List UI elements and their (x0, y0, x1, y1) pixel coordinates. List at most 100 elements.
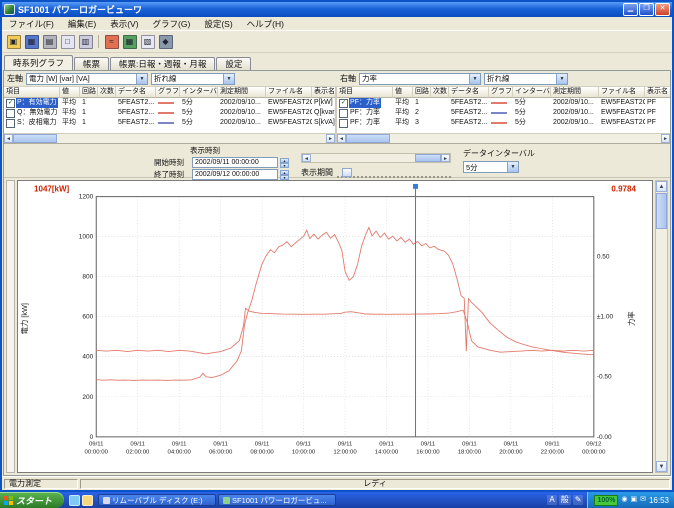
minimize-button[interactable]: ▁ (623, 3, 638, 16)
tab-daily-weekly-monthly[interactable]: 帳票:日報・週報・月報 (110, 57, 215, 70)
col-interval[interactable]: インターバル (513, 87, 551, 98)
graph-settings-button[interactable]: ◆ (157, 33, 174, 50)
scroll-up-icon[interactable]: ▲ (656, 181, 667, 192)
col-circuit[interactable]: 回路 (413, 87, 431, 98)
menu-file[interactable]: ファイル(F) (2, 17, 61, 30)
col-data-name[interactable]: データ名 (449, 87, 489, 98)
tab-timeseries-graph[interactable]: 時系列グラフ (4, 55, 73, 70)
left-axis-select[interactable]: 電力 [W] [var] [VA] ▼ (26, 73, 148, 85)
slider-thumb[interactable] (342, 168, 352, 177)
row-checkbox[interactable] (6, 119, 15, 128)
scrollbar-thumb[interactable] (656, 193, 667, 229)
scroll-left-icon[interactable]: ◄ (4, 134, 13, 143)
quick-launch-browser-icon[interactable] (69, 495, 80, 506)
timeseries-graph-button[interactable]: ≈ (103, 33, 120, 50)
col-order[interactable]: 次数 (431, 87, 449, 98)
scrollbar-thumb[interactable] (346, 134, 390, 143)
left-table-hscrollbar[interactable]: ◄ ► (4, 133, 335, 143)
time-scroll-slider[interactable]: ◄ ► (301, 153, 451, 163)
tab-report[interactable]: 帳票 (74, 57, 109, 70)
taskbar-task-sf1001[interactable]: SF1001 パワーロガービュ... (218, 494, 336, 506)
scrollbar-track[interactable] (57, 134, 326, 143)
col-graph[interactable]: グラフ (489, 87, 513, 98)
menu-settings[interactable]: 設定(S) (197, 17, 239, 30)
open-file-button[interactable]: ▣ (5, 33, 22, 50)
chart-vscrollbar[interactable]: ▲ ▼ (655, 180, 668, 473)
ime-conversion-mode[interactable]: 般 (559, 495, 571, 505)
table-row[interactable]: PF：力率平均35FEAST2...5分2002/09/10...EW5FEAS… (337, 118, 670, 128)
scroll-down-icon[interactable]: ▼ (656, 461, 667, 472)
menu-help[interactable]: ヘルプ(H) (240, 17, 291, 30)
table-row[interactable]: S：皮相電力平均15FEAST2...5分2002/09/10...EW5FEA… (4, 118, 335, 128)
col-display-name[interactable]: 表示名 (645, 87, 670, 98)
col-value[interactable]: 値 (60, 87, 80, 98)
scroll-right-icon[interactable]: ► (441, 154, 450, 162)
slider-thumb[interactable] (415, 154, 441, 162)
maximize-button[interactable]: ❒ (639, 3, 654, 16)
ime-input-mode[interactable]: A (547, 495, 556, 505)
scroll-left-icon[interactable]: ◄ (337, 134, 346, 143)
print-preview-button[interactable]: □ (59, 33, 76, 50)
col-order[interactable]: 次数 (98, 87, 116, 98)
dropdown-arrow-icon[interactable]: ▼ (556, 74, 567, 84)
table-row[interactable]: PF：力率平均25FEAST2...5分2002/09/10...EW5FEAS… (337, 108, 670, 118)
right-table-hscrollbar[interactable]: ◄ ► (337, 133, 670, 143)
scroll-right-icon[interactable]: ► (661, 134, 670, 143)
col-item[interactable]: 項目 (4, 87, 60, 98)
table-row[interactable]: ✓P：有効電力平均15FEAST2...5分2002/09/10...EW5FE… (4, 98, 335, 108)
tray-network-icon[interactable]: ▣ (630, 496, 637, 504)
col-item[interactable]: 項目 (337, 87, 393, 98)
quick-launch-folder-icon[interactable] (82, 495, 93, 506)
col-file-name[interactable]: ファイル名 (266, 87, 312, 98)
spin-down-icon[interactable]: ▼ (280, 163, 289, 168)
tray-message-icon[interactable]: ✉ (640, 496, 646, 504)
ime-pen-icon[interactable]: ✎ (573, 495, 584, 505)
row-checkbox[interactable]: ✓ (6, 99, 15, 108)
dropdown-arrow-icon[interactable]: ▼ (223, 74, 234, 84)
report-table-button[interactable]: ▦ (121, 33, 138, 50)
timeseries-chart[interactable]: 020040060080010001200-0.00-0.50±1.000.50… (18, 181, 652, 472)
row-checkbox[interactable] (339, 119, 348, 128)
taskbar-task-removable-disk[interactable]: リムーバブル ディスク (E:) (98, 494, 216, 506)
col-data-name[interactable]: データ名 (116, 87, 156, 98)
save-file-button[interactable]: ▦ (23, 33, 40, 50)
col-value[interactable]: 値 (393, 87, 413, 98)
dropdown-arrow-icon[interactable]: ▼ (136, 74, 147, 84)
scroll-right-icon[interactable]: ► (326, 134, 335, 143)
print-button[interactable]: ▤ (41, 33, 58, 50)
right-axis-style-select[interactable]: 折れ線 ▼ (484, 73, 568, 85)
close-button[interactable]: ✕ (655, 3, 670, 16)
scroll-left-icon[interactable]: ◄ (302, 154, 311, 162)
start-button[interactable]: スタート (0, 492, 64, 508)
dropdown-arrow-icon[interactable]: ▼ (469, 74, 480, 84)
menu-edit[interactable]: 編集(E) (61, 17, 103, 30)
copy-button[interactable]: ▥ (77, 33, 94, 50)
col-period[interactable]: 測定期間 (218, 87, 266, 98)
row-checkbox[interactable] (6, 109, 15, 118)
col-period[interactable]: 測定期間 (551, 87, 599, 98)
col-file-name[interactable]: ファイル名 (599, 87, 645, 98)
scrollbar-track[interactable] (390, 134, 661, 143)
dropdown-arrow-icon[interactable]: ▼ (507, 162, 518, 172)
tray-volume-icon[interactable]: ◉ (621, 496, 627, 504)
start-time-input[interactable]: 2002/09/11 00:00:00 (192, 157, 278, 168)
col-circuit[interactable]: 回路 (80, 87, 98, 98)
display-period-slider[interactable] (337, 168, 451, 178)
menu-view[interactable]: 表示(V) (103, 17, 145, 30)
left-axis-style-select[interactable]: 折れ線 ▼ (151, 73, 235, 85)
right-axis-select[interactable]: 力率 ▼ (359, 73, 481, 85)
slider-track[interactable] (311, 154, 415, 162)
tab-settings[interactable]: 設定 (216, 57, 251, 70)
start-time-spinner[interactable]: ▲ ▼ (280, 158, 289, 168)
row-checkbox[interactable]: ✓ (339, 99, 348, 108)
col-graph[interactable]: グラフ (156, 87, 180, 98)
col-interval[interactable]: インターバル (180, 87, 218, 98)
scrollbar-thumb[interactable] (13, 134, 57, 143)
row-checkbox[interactable] (339, 109, 348, 118)
table-row[interactable]: ✓PF：力率平均15FEAST2...5分2002/09/10...EW5FEA… (337, 98, 670, 108)
table-row[interactable]: Q：無効電力平均15FEAST2...5分2002/09/10...EW5FEA… (4, 108, 335, 118)
col-display-name[interactable]: 表示名 (312, 87, 337, 98)
daily-report-button[interactable]: ▧ (139, 33, 156, 50)
scrollbar-track[interactable] (656, 230, 667, 461)
titlebar[interactable]: SF1001 パワーロガービューワ ▁ ❒ ✕ (2, 2, 672, 17)
